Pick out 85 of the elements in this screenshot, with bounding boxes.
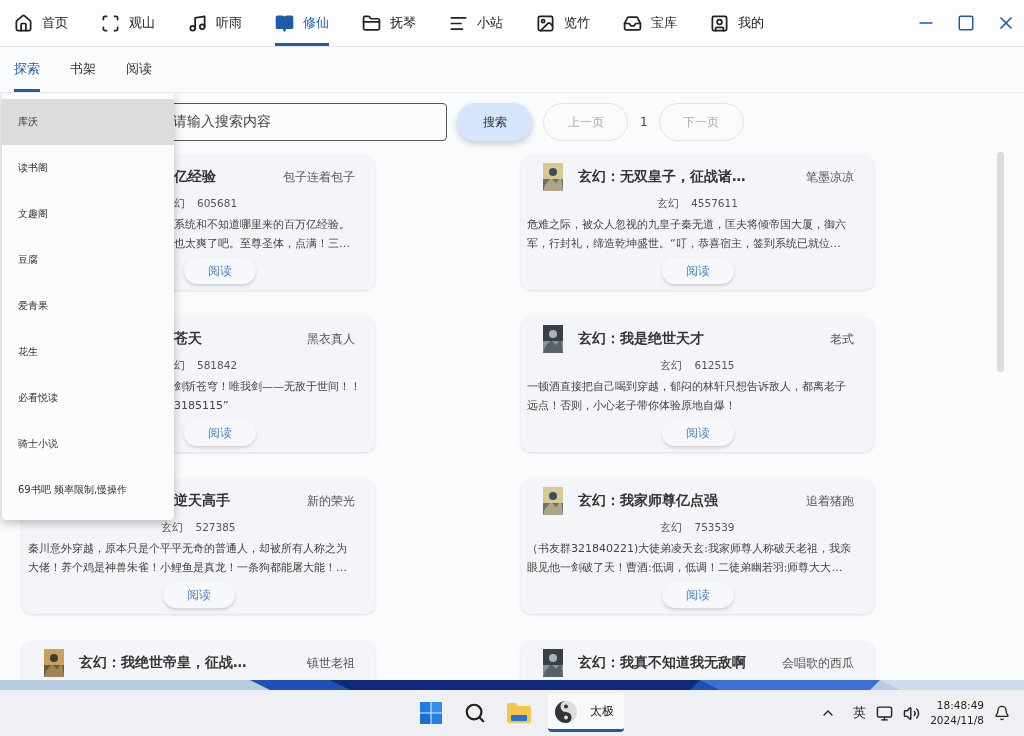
input-method-indicator[interactable]: 英 xyxy=(853,704,867,722)
nav-tab[interactable]: 抚琴 xyxy=(362,0,416,46)
book-description: 军，行封礼，缔造乾坤盛世。“叮，恭喜宿主，签到系统已就位… xyxy=(527,236,841,252)
network-icon[interactable] xyxy=(876,704,894,722)
read-button[interactable]: 阅读 xyxy=(162,582,235,608)
book-author: 镇世老祖 xyxy=(307,655,355,671)
book-description: 一顿酒直接把自己喝到穿越，郁闷的林轩只想告诉敌人，都离老子 xyxy=(527,379,846,395)
book-description: 眼见他一剑破了天！曹酒:低调，低调！二徒弟幽若羽:师尊大大… xyxy=(527,560,843,576)
nav-tab[interactable]: 修仙 xyxy=(275,0,329,46)
nav-tab[interactable]: 观山 xyxy=(101,0,155,46)
book-description: 也太爽了吧。至尊圣体，点满！三… xyxy=(174,236,350,252)
page-number: 1 xyxy=(640,115,648,129)
book-title: 苍天 xyxy=(174,330,202,348)
book-title: 玄幻：我真不知道我无敌啊 xyxy=(578,654,746,672)
taskbar-app-button[interactable]: 太极 xyxy=(548,694,624,732)
book-description: 远点！否则，小心老子带你体验原地自爆！ xyxy=(527,398,736,414)
nav-tab[interactable]: 我的 xyxy=(710,0,764,46)
menu-item[interactable]: 读书阁 xyxy=(2,145,174,191)
book-description: 系统和不知道哪里来的百万亿经验。 xyxy=(174,217,350,233)
book-author: 新的荣光 xyxy=(307,493,355,509)
read-button[interactable]: 阅读 xyxy=(184,258,256,284)
book-word-count: 581842 xyxy=(197,359,238,373)
menu-item[interactable]: 骑士小说 xyxy=(2,421,174,467)
yin-yang-icon xyxy=(554,699,578,724)
book-genre: 玄幻 xyxy=(161,521,184,535)
nav-tab-icon xyxy=(101,13,120,33)
sub-tab[interactable]: 书架 xyxy=(70,47,96,92)
nav-tab[interactable]: 首页 xyxy=(14,0,68,46)
nav-tab-icon xyxy=(275,13,294,33)
book-author: 笔墨凉凉 xyxy=(806,169,854,185)
nav-tab[interactable]: 宝库 xyxy=(623,0,677,46)
book-description: 秦川意外穿越，原本只是个平平无奇的普通人，却被所有人称之为 xyxy=(28,541,347,557)
book-genre: 玄幻 xyxy=(657,197,680,211)
book-genre: 幻 xyxy=(174,359,185,373)
read-button[interactable]: 阅读 xyxy=(661,258,734,284)
nav-tab-icon xyxy=(362,13,381,33)
book-author: 追着猪跑 xyxy=(806,493,854,509)
book-title: 玄幻：无双皇子，征战诸… xyxy=(578,168,746,186)
book-title: 逆天高手 xyxy=(174,492,230,510)
search-button[interactable]: 搜索 xyxy=(457,103,532,141)
book-description: 危难之际，被众人忽视的九皇子秦无道，匡夫将倾帝国大厦，御六 xyxy=(527,217,846,233)
book-description: （书友群321840221)大徒弟凌天玄:我家师尊人称破天老祖，我亲 xyxy=(527,541,851,557)
nav-tab-icon xyxy=(710,13,729,33)
scrollbar[interactable] xyxy=(997,152,1004,372)
nav-tab-icon xyxy=(623,13,642,33)
book-description: 大佬！养个鸡是神兽朱雀！小鲤鱼是真龙！一条狗都能屠大能！… xyxy=(28,560,347,576)
menu-item[interactable]: 爱青果 xyxy=(2,283,174,329)
book-word-count: 527385 xyxy=(195,521,236,535)
nav-tab-icon xyxy=(188,13,207,33)
book-word-count: 4557611 xyxy=(691,197,738,211)
book-description: 3185115” xyxy=(174,398,229,414)
book-title: 玄幻：我是绝世天才 xyxy=(578,330,704,348)
notification-icon[interactable] xyxy=(994,705,1010,721)
book-description: 剑斩苍穹！唯我剑——无敌于世间！！ xyxy=(174,379,361,395)
book-author: 会唱歌的西瓜 xyxy=(782,655,854,671)
nav-tab[interactable]: 小站 xyxy=(449,0,503,46)
sub-tab[interactable]: 阅读 xyxy=(126,47,152,92)
book-genre: 玄幻 xyxy=(660,521,683,535)
menu-item[interactable]: 库沃 xyxy=(2,99,174,145)
clock[interactable]: 18:48:49 2024/11/8 xyxy=(930,698,984,728)
book-title: 亿经验 xyxy=(174,168,216,186)
book-word-count: 753539 xyxy=(694,521,735,535)
nav-tab-icon xyxy=(14,13,33,33)
book-author: 包子连着包子 xyxy=(283,169,355,185)
menu-item[interactable]: 必看悦读 xyxy=(2,375,174,421)
nav-tab[interactable]: 览竹 xyxy=(536,0,590,46)
book-author: 黑衣真人 xyxy=(307,331,355,347)
menu-item[interactable]: 花生 xyxy=(2,329,174,375)
volume-icon[interactable] xyxy=(903,704,921,722)
book-word-count: 605681 xyxy=(197,197,238,211)
book-title: 玄幻：我绝世帝皇，征战… xyxy=(79,654,247,672)
nav-tab-icon xyxy=(536,13,555,33)
book-genre: 玄幻 xyxy=(660,359,683,373)
book-word-count: 612515 xyxy=(694,359,735,373)
read-button[interactable]: 阅读 xyxy=(661,582,734,608)
book-title: 玄幻：我家师尊亿点强 xyxy=(578,492,718,510)
menu-item[interactable]: 文趣阁 xyxy=(2,191,174,237)
book-author: 老式 xyxy=(830,331,854,347)
maximize-icon[interactable] xyxy=(957,14,975,32)
read-button[interactable]: 阅读 xyxy=(184,420,256,446)
nav-tab[interactable]: 听雨 xyxy=(188,0,242,46)
book-genre: 幻 xyxy=(174,197,185,211)
menu-item[interactable]: 69书吧 频率限制,慢操作 xyxy=(2,467,174,513)
menu-item[interactable]: 豆腐 xyxy=(2,237,174,283)
read-button[interactable]: 阅读 xyxy=(661,420,734,446)
